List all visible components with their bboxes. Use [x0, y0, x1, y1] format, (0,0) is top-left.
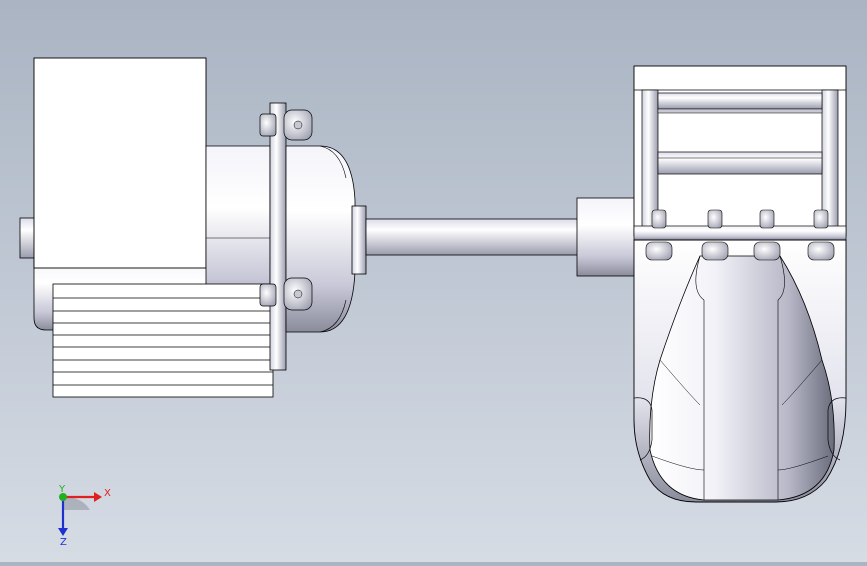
axis-triad[interactable]: X Z Y [58, 484, 111, 548]
terminal-box [33, 57, 207, 269]
y-axis-label: Y [58, 484, 66, 495]
x-axis-label: X [104, 488, 111, 499]
volute [633, 239, 847, 503]
motor[interactable] [19, 57, 367, 398]
cad-drawing: X Z Y [19, 57, 847, 548]
pump[interactable] [633, 65, 847, 503]
motor-nose [351, 205, 367, 275]
cooling-fins [52, 283, 274, 398]
z-axis-label: Z [60, 537, 67, 548]
coupling[interactable] [576, 197, 638, 277]
motor-flange [269, 102, 287, 371]
cad-viewport[interactable]: X Z Y [0, 0, 867, 562]
shaft[interactable] [365, 218, 581, 256]
